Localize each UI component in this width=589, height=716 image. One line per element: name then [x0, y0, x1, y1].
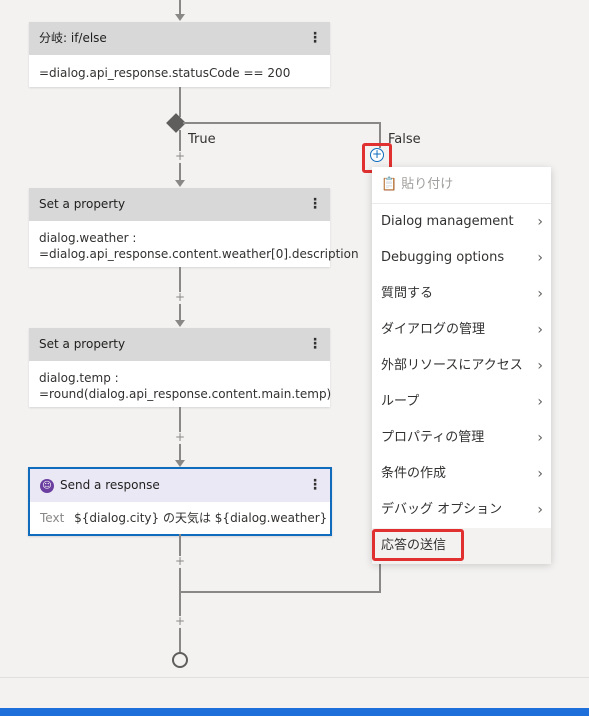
- add-action-button[interactable]: +: [370, 148, 384, 162]
- arrow-down-icon: [175, 460, 185, 467]
- set-property-card[interactable]: Set a property ⋮ dialog.weather : =dialo…: [29, 188, 359, 270]
- response-type-label: Text: [40, 511, 65, 525]
- property-name: dialog.temp :: [39, 371, 119, 385]
- menu-item-label: ループ: [381, 394, 420, 409]
- menu-item-label: 条件の作成: [381, 466, 447, 481]
- connector: [179, 591, 381, 593]
- connector: [179, 87, 181, 117]
- chevron-right-icon: ›: [537, 286, 543, 302]
- arrow-down-icon: [175, 320, 185, 327]
- card-header: 分岐: if/else ⋮: [29, 22, 330, 55]
- end-node-icon: [172, 652, 188, 668]
- send-response-card[interactable]: ☺ Send a response ⋮ Text ${dialog.city} の…: [28, 467, 332, 536]
- property-name: dialog.weather :: [39, 231, 137, 245]
- card-header: Set a property ⋮: [29, 188, 330, 221]
- menu-item-label: 外部リソースにアクセス: [381, 358, 523, 373]
- menu-item-create-condition[interactable]: 条件の作成 ›: [372, 456, 551, 492]
- property-value: =dialog.api_response.content.weather[0].…: [39, 247, 359, 261]
- card-header: Set a property ⋮: [29, 328, 330, 361]
- arrow-down-icon: [175, 180, 185, 187]
- add-node-icon[interactable]: +: [174, 431, 186, 444]
- more-vertical-icon[interactable]: ⋮: [308, 188, 322, 221]
- card-title: Send a response: [60, 478, 160, 492]
- add-node-icon[interactable]: +: [174, 615, 186, 628]
- more-vertical-icon[interactable]: ⋮: [308, 22, 322, 55]
- add-node-icon[interactable]: +: [174, 555, 186, 568]
- arrow-down-icon: [175, 14, 185, 21]
- card-body: dialog.temp : =round(dialog.api_response…: [29, 361, 332, 410]
- card-body: dialog.weather : =dialog.api_response.co…: [29, 221, 359, 270]
- menu-item-label: Debugging options: [381, 250, 505, 265]
- menu-item-label: ダイアログの管理: [381, 322, 486, 337]
- chevron-right-icon: ›: [537, 394, 543, 410]
- chevron-right-icon: ›: [537, 358, 543, 374]
- property-value: =round(dialog.api_response.content.main.…: [39, 387, 332, 401]
- flow-canvas: 分岐: if/else ⋮ =dialog.api_response.statu…: [0, 0, 589, 677]
- menu-item-debug-options-ja[interactable]: デバッグ オプション ›: [372, 492, 551, 528]
- card-title: 分岐: if/else: [39, 31, 107, 45]
- add-node-icon[interactable]: +: [174, 150, 186, 163]
- chevron-right-icon: ›: [537, 214, 543, 230]
- menu-item-dialog-management[interactable]: Dialog management ›: [372, 204, 551, 240]
- connector: [183, 122, 380, 124]
- clipboard-icon: 📋: [381, 177, 398, 192]
- menu-item-label: 質問する: [381, 286, 434, 301]
- menu-item-debugging-options[interactable]: Debugging options ›: [372, 240, 551, 276]
- more-vertical-icon[interactable]: ⋮: [308, 328, 322, 361]
- connector: [379, 563, 381, 592]
- menu-item-loop[interactable]: ループ ›: [372, 384, 551, 420]
- card-title: Set a property: [39, 337, 126, 351]
- chevron-right-icon: ›: [537, 466, 543, 482]
- card-title: Set a property: [39, 197, 126, 211]
- response-text: ${dialog.city} の天気は ${dialog.weather} で、…: [74, 511, 330, 525]
- menu-item-label: デバッグ オプション: [381, 502, 503, 517]
- menu-item-external-resources[interactable]: 外部リソースにアクセス ›: [372, 348, 551, 384]
- menu-item-manage-properties[interactable]: プロパティの管理 ›: [372, 420, 551, 456]
- more-vertical-icon[interactable]: ⋮: [308, 469, 322, 502]
- add-node-icon[interactable]: +: [174, 291, 186, 304]
- menu-item-ask-question[interactable]: 質問する ›: [372, 276, 551, 312]
- connector: [179, 534, 181, 652]
- bot-icon: ☺: [40, 478, 54, 493]
- highlight-send-response: [372, 529, 464, 561]
- chevron-right-icon: ›: [537, 430, 543, 446]
- ifelse-card[interactable]: 分岐: if/else ⋮ =dialog.api_response.statu…: [29, 22, 330, 87]
- chevron-right-icon: ›: [537, 502, 543, 518]
- chevron-right-icon: ›: [537, 250, 543, 266]
- menu-item-paste: 📋 貼り付け: [372, 167, 551, 203]
- add-action-menu: 📋 貼り付け Dialog management › Debugging optio…: [372, 167, 551, 564]
- card-condition: =dialog.api_response.statusCode == 200: [39, 66, 291, 80]
- menu-item-label: プロパティの管理: [381, 430, 485, 445]
- set-property-card[interactable]: Set a property ⋮ dialog.temp : =round(di…: [29, 328, 332, 410]
- menu-item-manage-dialog[interactable]: ダイアログの管理 ›: [372, 312, 551, 348]
- true-label: True: [188, 132, 216, 147]
- connector: [179, 0, 181, 14]
- card-header: ☺ Send a response ⋮: [30, 469, 330, 502]
- false-label: False: [388, 132, 421, 147]
- status-bar: [0, 677, 589, 709]
- menu-item-label: Dialog management: [381, 214, 514, 229]
- card-body: Text ${dialog.city} の天気は ${dialog.weathe…: [30, 502, 330, 534]
- taskbar: [0, 708, 589, 716]
- chevron-right-icon: ›: [537, 322, 543, 338]
- menu-item-label: 貼り付け: [401, 177, 454, 192]
